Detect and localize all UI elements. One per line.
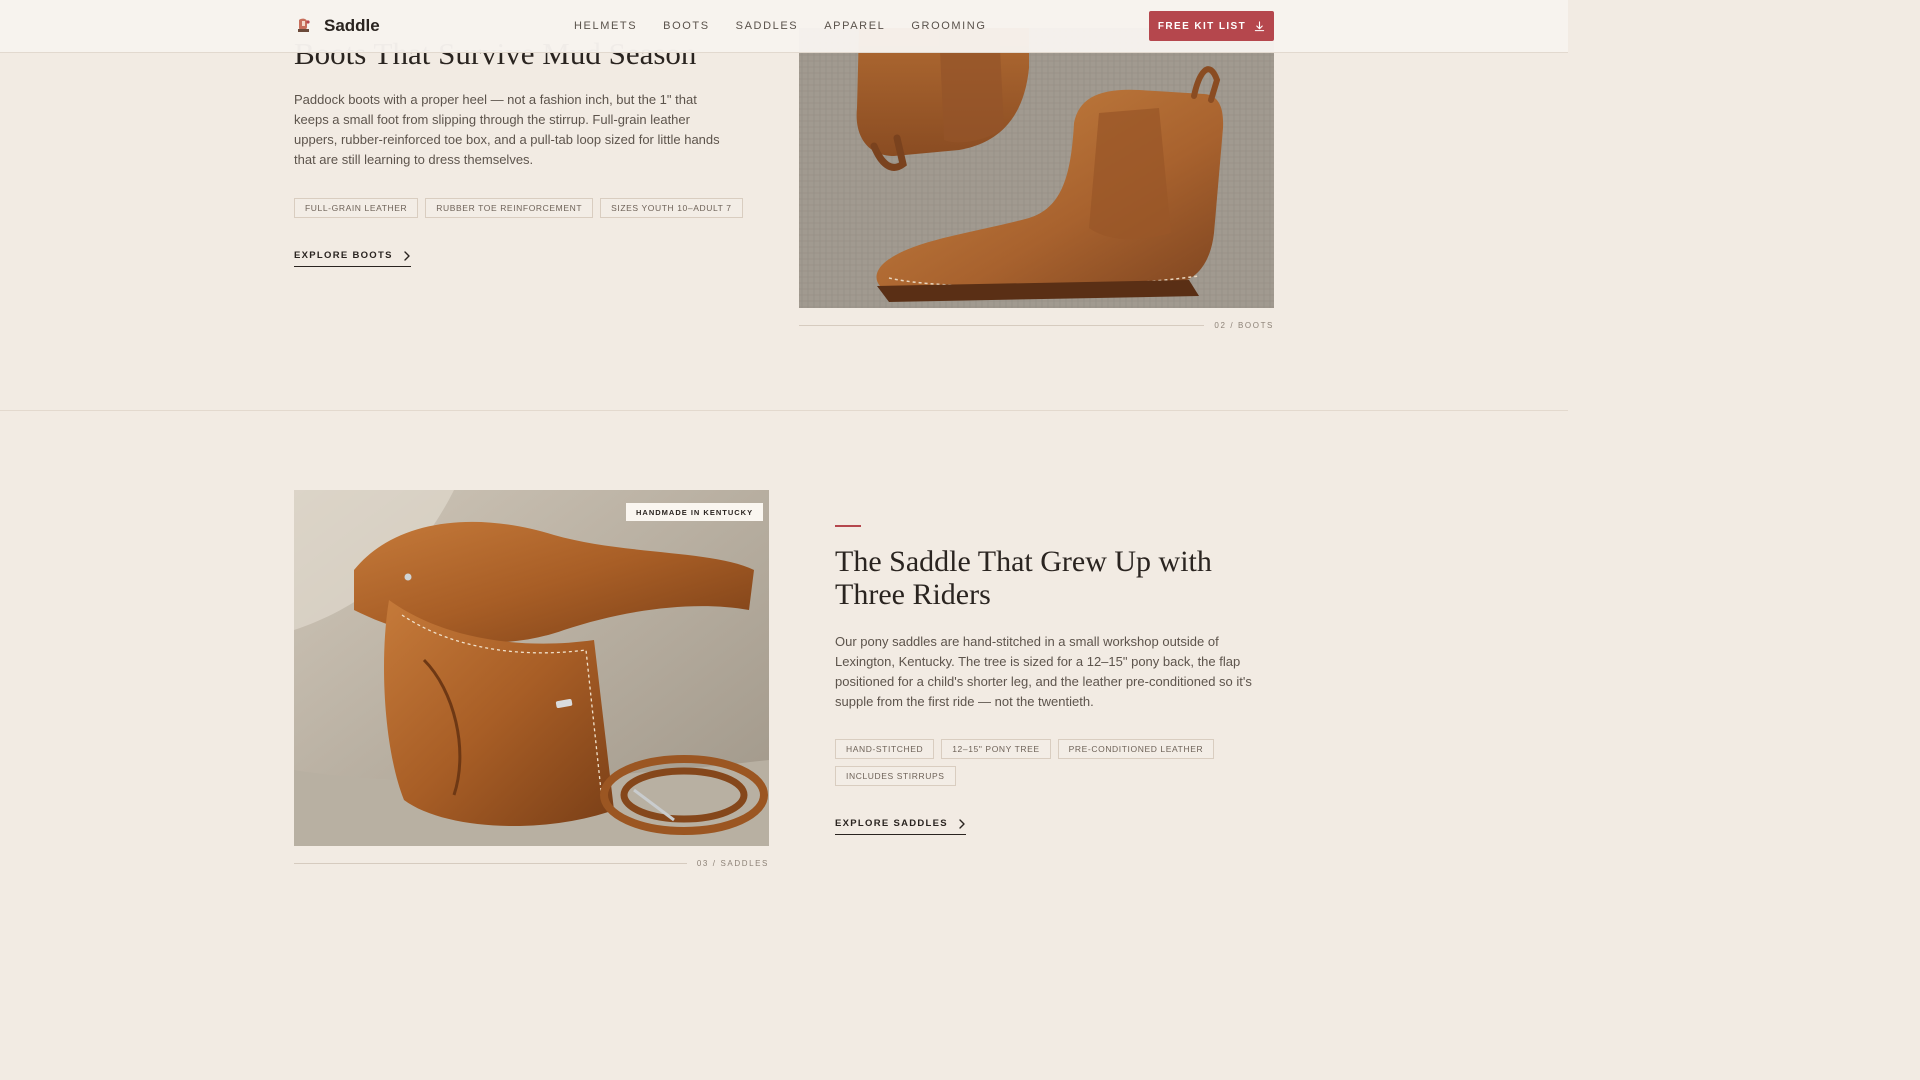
section-divider — [0, 410, 1568, 411]
accent-rule — [835, 525, 861, 527]
feature-tag: SIZES YOUTH 10–ADULT 7 — [600, 198, 743, 218]
free-kit-list-label: FREE KIT LIST — [1157, 20, 1247, 32]
nav-link-saddles[interactable]: SADDLES — [736, 20, 799, 32]
feature-tag: RUBBER TOE REINFORCEMENT — [425, 198, 594, 218]
saddle-image-caption: 03 / SADDLES — [294, 859, 769, 868]
feature-tag: PRE-CONDITIONED LEATHER — [1057, 739, 1215, 759]
saddle-section-description: Our pony saddles are hand-stitched in a … — [835, 634, 1252, 709]
boots-image-caption: 02 / BOOTS — [799, 321, 1274, 330]
boots-product-image — [799, 28, 1274, 308]
brand-logo-link[interactable]: Saddle — [294, 14, 380, 38]
caption-divider — [799, 325, 1205, 326]
boots-illustration — [799, 28, 1274, 308]
explore-boots-link[interactable]: EXPLORE BOOTS — [294, 250, 411, 267]
caption-text: 03 / SADDLES — [696, 859, 769, 868]
boots-section-description: Paddock boots with a proper heel — not a… — [294, 92, 720, 167]
saddle-feature-tags: HAND-STITCHED 12–15" PONY TREE PRE-CONDI… — [835, 739, 1255, 786]
free-kit-list-button[interactable]: FREE KIT LIST — [1149, 11, 1274, 41]
chevron-right-icon — [959, 818, 965, 829]
saddle-illustration — [294, 490, 769, 846]
explore-boots-label: EXPLORE BOOTS — [294, 250, 393, 261]
handmade-badge: HANDMADE IN KENTUCKY — [626, 503, 764, 521]
nav-link-boots[interactable]: BOOTS — [663, 20, 710, 32]
chevron-right-icon — [404, 250, 410, 261]
caption-text: 02 / BOOTS — [1214, 321, 1274, 330]
feature-tag: HAND-STITCHED — [835, 739, 935, 759]
feature-tag: 12–15" PONY TREE — [941, 739, 1051, 759]
saddle-product-image — [294, 490, 769, 846]
caption-divider — [294, 863, 687, 864]
feature-tag: FULL-GRAIN LEATHER — [294, 198, 419, 218]
main-nav: HELMETS BOOTS SADDLES APPAREL GROOMING — [574, 20, 987, 32]
feature-tag: INCLUDES STIRRUPS — [835, 766, 956, 786]
nav-link-apparel[interactable]: APPAREL — [824, 20, 885, 32]
top-navigation-bar: Saddle HELMETS BOOTS SADDLES APPAREL GRO… — [0, 0, 1568, 53]
brand-name: Saddle — [324, 16, 380, 35]
nav-link-grooming[interactable]: GROOMING — [911, 20, 986, 32]
explore-saddles-label: EXPLORE SADDLES — [835, 818, 948, 829]
boots-feature-tags: FULL-GRAIN LEATHER RUBBER TOE REINFORCEM… — [294, 198, 743, 218]
download-icon — [1254, 20, 1265, 31]
explore-saddles-link[interactable]: EXPLORE SADDLES — [835, 818, 966, 835]
saddle-section-title: The Saddle That Grew Up with Three Rider… — [835, 545, 1212, 611]
nav-link-helmets[interactable]: HELMETS — [574, 20, 637, 32]
saddle-logo-icon — [298, 18, 310, 32]
